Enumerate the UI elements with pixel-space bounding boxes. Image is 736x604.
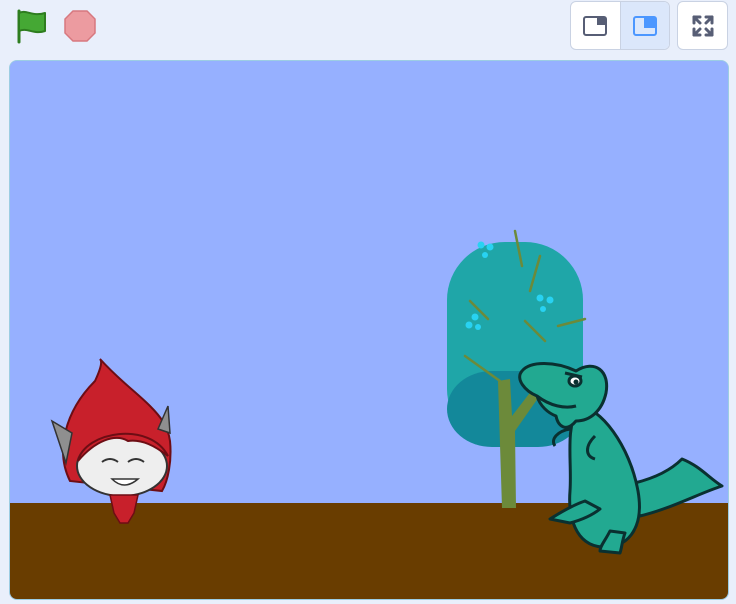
stage-size-toggle <box>570 1 670 50</box>
stage-header <box>0 0 736 56</box>
fullscreen-button[interactable] <box>677 1 728 50</box>
large-stage-layout-icon <box>632 15 657 36</box>
small-stage-button[interactable] <box>571 2 620 49</box>
fullscreen-icon <box>692 15 713 36</box>
large-stage-button[interactable] <box>619 2 669 49</box>
stage-scene <box>10 61 728 599</box>
stage-canvas[interactable] <box>9 60 729 600</box>
stop-sign-icon <box>64 10 96 42</box>
green-flag-button[interactable] <box>12 8 52 44</box>
green-flag-icon <box>17 9 46 44</box>
stop-button[interactable] <box>62 8 98 44</box>
small-stage-layout-icon <box>583 15 608 36</box>
